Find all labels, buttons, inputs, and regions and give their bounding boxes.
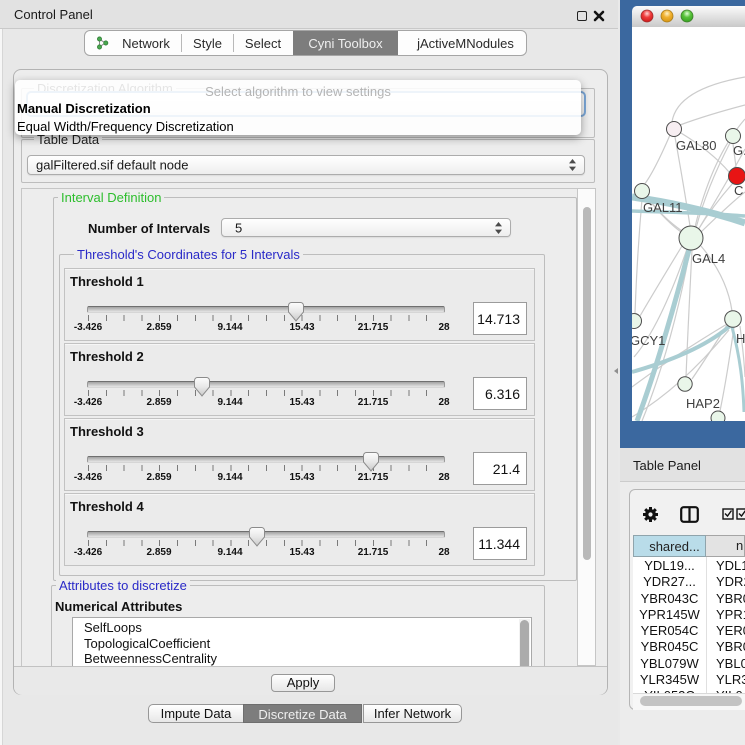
svg-text:GAL4: GAL4 (692, 251, 725, 266)
svg-text:GAL80: GAL80 (676, 138, 716, 153)
svg-text:C: C (734, 183, 743, 198)
svg-text:GAL11: GAL11 (643, 200, 683, 215)
svg-text:G.: G. (733, 143, 745, 158)
svg-text:H: H (736, 331, 745, 346)
svg-text:GCY1: GCY1 (632, 333, 665, 348)
svg-text:HAP2: HAP2 (686, 396, 720, 411)
